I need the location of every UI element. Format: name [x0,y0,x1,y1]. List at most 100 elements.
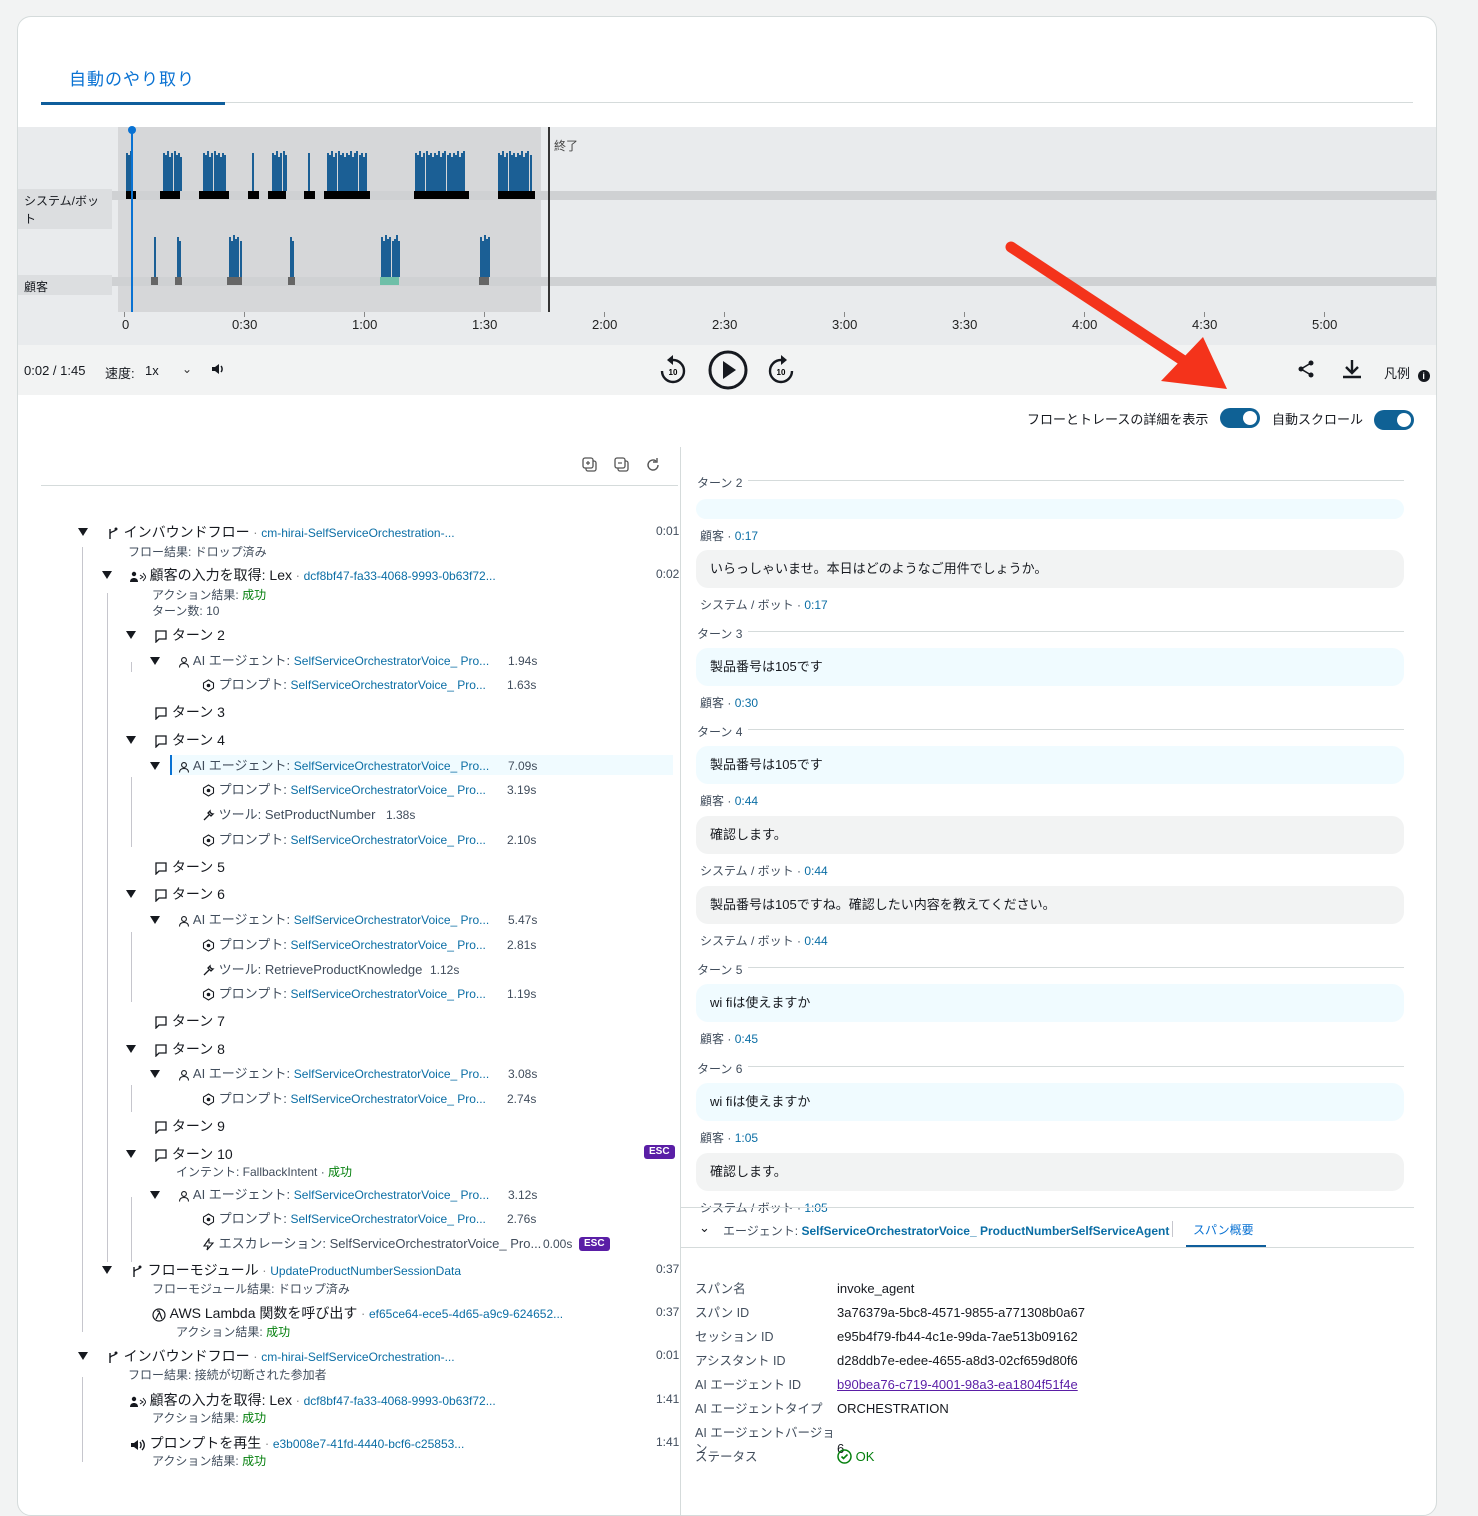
flow-details-toggle[interactable] [1220,408,1260,428]
message-time[interactable]: 0:17 [804,598,827,612]
node-link[interactable]: cm-hirai-SelfServiceOrchestration-... [261,1350,454,1364]
node-link[interactable]: SelfServiceOrchestratorVoice_ Pro... [294,1067,489,1081]
download-icon[interactable] [1341,358,1363,383]
message-time[interactable]: 1:05 [804,1201,827,1215]
duration: 2.10s [507,833,537,847]
tree-node-t2b[interactable]: プロンプト: SelfServiceOrchestratorVoice_ Pro… [202,677,486,693]
tree-node-r2[interactable]: 顧客の入力を取得: Lex · dcf8bf47-fa33-4068-9993-… [130,567,496,584]
playhead[interactable] [131,127,133,312]
chevron-down-icon[interactable] [150,1191,160,1199]
auto-scroll-toggle[interactable] [1374,410,1414,430]
node-link[interactable]: SelfServiceOrchestratorVoice_ Pro... [290,1212,485,1226]
tree-node-t4[interactable]: ターン 4 [154,732,225,749]
node-link[interactable]: SelfServiceOrchestratorVoice_ Pro... [294,654,489,668]
tree-node-fm[interactable]: フローモジュール · UpdateProductNumberSessionDat… [130,1262,461,1279]
tab-span-summary[interactable]: スパン概要 [1193,1222,1254,1238]
svg-text:10: 10 [669,368,678,377]
node-link[interactable]: ef65ce64-ece5-4d65-a9c9-624652... [369,1307,563,1321]
tree-node-t5[interactable]: ターン 5 [154,859,225,876]
node-link[interactable]: dcf8bf47-fa33-4068-9993-0b63f72... [304,1394,496,1408]
chevron-down-icon[interactable] [126,890,136,898]
turn-divider [748,967,1404,968]
chevron-down-icon[interactable] [126,1150,136,1158]
tree-node-t6[interactable]: ターン 6 [154,886,225,903]
tree-node-t3[interactable]: ターン 3 [154,704,225,721]
tree-node-t6b[interactable]: プロンプト: SelfServiceOrchestratorVoice_ Pro… [202,937,486,953]
tree-node-t4c[interactable]: ツール: SetProductNumber [202,807,375,823]
chevron-down-icon[interactable] [126,631,136,639]
tree-node-t9[interactable]: ターン 9 [154,1118,225,1135]
chevron-down-icon[interactable] [150,657,160,665]
legend-button[interactable]: 凡例 i [1384,363,1430,382]
node-link[interactable]: SelfServiceOrchestratorVoice_ Pro... [290,938,485,952]
tree-node-t6d[interactable]: プロンプト: SelfServiceOrchestratorVoice_ Pro… [202,986,486,1002]
speed-select[interactable]: 1x ⌄ [145,362,192,378]
chevron-down-icon[interactable] [150,762,160,770]
tree-node-lam[interactable]: AWS Lambda 関数を呼び出す · ef65ce64-ece5-4d65-… [152,1305,563,1322]
tree-node-t7[interactable]: ターン 7 [154,1013,225,1030]
tree-node-t6a[interactable]: AI エージェント: SelfServiceOrchestratorVoice_… [178,912,489,928]
chevron-down-icon[interactable] [126,736,136,744]
node-link[interactable]: SelfServiceOrchestratorVoice_ Pro... [290,678,485,692]
node-link[interactable]: e3b008e7-41fd-4440-bcf6-c25853... [273,1437,464,1451]
chevron-down-icon[interactable] [102,1266,112,1274]
agent-link[interactable]: SelfServiceOrchestratorVoice_ ProductNum… [801,1224,1169,1238]
node-link[interactable]: UpdateProductNumberSessionData [270,1264,461,1278]
message-time[interactable]: 0:30 [735,696,758,710]
tree-node-r3[interactable]: インバウンドフロー · cm-hirai-SelfServiceOrchestr… [106,1348,455,1365]
node-link[interactable]: cm-hirai-SelfServiceOrchestration-... [261,526,454,540]
chevron-down-icon[interactable] [78,1352,88,1360]
tree-node-t2[interactable]: ターン 2 [154,627,225,644]
message-time[interactable]: 1:05 [735,1131,758,1145]
tab-auto-interaction[interactable]: 自動のやり取り [41,65,225,105]
play-icon[interactable] [707,349,749,394]
message-time[interactable]: 0:44 [804,934,827,948]
node-link[interactable]: SelfServiceOrchestratorVoice_ Pro... [290,987,485,1001]
tree-node-r5[interactable]: プロンプトを再生 · e3b008e7-41fd-4440-bcf6-c2585… [130,1435,464,1452]
node-link[interactable]: SelfServiceOrchestratorVoice_ Pro... [294,913,489,927]
node-link[interactable]: SelfServiceOrchestratorVoice_ Pro... [290,1092,485,1106]
refresh-icon[interactable] [645,457,661,478]
forward-10-icon[interactable]: 10 [767,354,795,387]
tree-node-t10c[interactable]: エスカレーション: SelfServiceOrchestratorVoice_ … [202,1236,541,1252]
chevron-down-icon[interactable] [126,1045,136,1053]
node-link[interactable]: SelfServiceOrchestratorVoice_ Pro... [294,759,489,773]
tree-node-r4[interactable]: 顧客の入力を取得: Lex · dcf8bf47-fa33-4068-9993-… [130,1392,496,1409]
tree-node-t10a[interactable]: AI エージェント: SelfServiceOrchestratorVoice_… [178,1187,489,1203]
value: 3a76379a-5bc8-4571-9855-a771308b0a67 [837,1305,1085,1320]
node-title: プロンプトを再生 [149,1435,262,1451]
tree-node-t8b[interactable]: プロンプト: SelfServiceOrchestratorVoice_ Pro… [202,1091,486,1107]
tree-node-t4b[interactable]: プロンプト: SelfServiceOrchestratorVoice_ Pro… [202,782,486,798]
chevron-down-icon[interactable] [102,571,112,579]
share-icon[interactable] [1297,360,1315,381]
tree-node-t2a[interactable]: AI エージェント: SelfServiceOrchestratorVoice_… [178,653,489,669]
tree-node-t8[interactable]: ターン 8 [154,1041,225,1058]
tree-node-t6c[interactable]: ツール: RetrieveProductKnowledge [202,962,422,978]
collapse-all-icon[interactable] [614,457,630,478]
expand-all-icon[interactable] [582,457,598,478]
chevron-down-icon[interactable] [150,916,160,924]
chevron-down-icon[interactable] [150,1070,160,1078]
tree-node-t4d[interactable]: プロンプト: SelfServiceOrchestratorVoice_ Pro… [202,832,486,848]
rewind-10-icon[interactable]: 10 [659,354,687,387]
tree-node-t8a[interactable]: AI エージェント: SelfServiceOrchestratorVoice_… [178,1066,489,1082]
tree-node-t10[interactable]: ターン 10 [154,1146,233,1163]
message-time[interactable]: 0:44 [804,864,827,878]
chevron-down-icon[interactable] [78,528,88,536]
playhead-handle[interactable] [128,126,136,134]
node-link[interactable]: SelfServiceOrchestratorVoice_ Pro... [290,783,485,797]
node-link[interactable]: SelfServiceOrchestratorVoice_ Pro... [294,1188,489,1202]
chevron-down-icon[interactable]: ⌄ [699,1220,710,1236]
volume-icon[interactable] [210,361,226,380]
tree-node-t4a[interactable]: AI エージェント: SelfServiceOrchestratorVoice_… [178,758,489,774]
key: ステータス [695,1450,758,1464]
ai-agent-id-link[interactable]: b90bea76-c719-4001-98a3-ea1804f51f4e [837,1377,1078,1392]
node-link[interactable]: dcf8bf47-fa33-4068-9993-0b63f72... [304,569,496,583]
node-link[interactable]: SelfServiceOrchestratorVoice_ Pro... [290,833,485,847]
message-time[interactable]: 0:45 [735,1032,758,1046]
message-time[interactable]: 0:44 [735,794,758,808]
tree-node-t10b[interactable]: プロンプト: SelfServiceOrchestratorVoice_ Pro… [202,1211,486,1227]
message-time[interactable]: 0:17 [735,529,758,543]
turn-label: ターン 10 [171,1146,233,1162]
tree-node-r1[interactable]: インバウンドフロー · cm-hirai-SelfServiceOrchestr… [106,524,455,541]
